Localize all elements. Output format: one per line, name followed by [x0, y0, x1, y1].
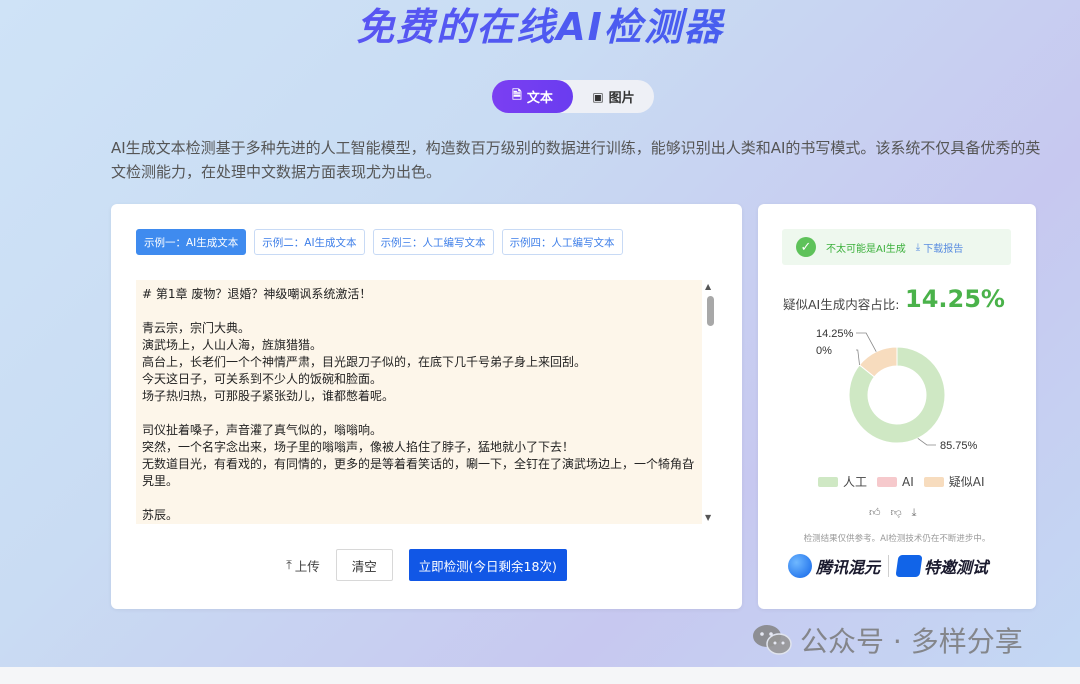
invite-logo-icon: [895, 555, 923, 577]
upload-label: 上传: [294, 558, 320, 574]
download-report-label: 下载报告: [923, 243, 964, 255]
invite-logo-text: 特邀测试: [924, 558, 989, 577]
input-card: 示例一：AI生成文本 示例二：AI生成文本 示例三：人工编写文本 示例四：人工编…: [111, 204, 742, 609]
tab-image[interactable]: ▣ 图片: [573, 80, 654, 113]
logo-divider: [888, 555, 890, 577]
download-icon: ⤓: [915, 241, 921, 253]
document-icon: 🗎: [512, 88, 522, 102]
text-input[interactable]: # 第1章 废物？退婚？神级嘲讽系统激活！ 青云宗，宗门大典。 演武场上，人山人…: [136, 280, 702, 524]
brand-logos: 腾讯混元 特邀测试: [788, 554, 988, 578]
clear-button[interactable]: 清空: [335, 549, 393, 581]
text-scrollbar[interactable]: ▲ ▼: [704, 280, 716, 524]
legend-swatch-2: [877, 476, 898, 487]
legend-label-3: 疑似AI: [948, 475, 985, 489]
result-status-text: 不太可能是AI生成: [826, 243, 906, 255]
description: AI生成文本检测基于多种先进的人工智能模型，构造数百万级别的数据进行训练，能够识…: [111, 139, 1041, 181]
legend-item-3[interactable]: 疑似AI: [923, 473, 985, 490]
ai-ratio-value: 14.25%: [905, 285, 1005, 313]
sample-button-4[interactable]: 示例四：人工编写文本: [501, 229, 623, 255]
sample-buttons: 示例一：AI生成文本 示例二：AI生成文本 示例三：人工编写文本 示例四：人工编…: [136, 229, 623, 255]
upload-button[interactable]: ⤒ 上传: [286, 556, 320, 575]
legend-swatch-1: [818, 476, 838, 487]
upload-icon: ⤒: [286, 557, 292, 572]
download-icon[interactable]: ⤓: [912, 506, 917, 520]
hunyuan-logo: 腾讯混元: [788, 554, 880, 578]
disclaimer: 检测结果仅供参考。AI检测技术仍在不断进步中。: [803, 534, 991, 544]
image-icon: ▣: [592, 89, 604, 104]
scroll-thumb[interactable]: [707, 296, 714, 326]
detect-button[interactable]: 立即检测(今日剩余18次): [408, 549, 567, 581]
legend-label-1: 人工: [843, 475, 868, 489]
text-input-content[interactable]: # 第1章 废物？退婚？神级嘲讽系统激活！ 青云宗，宗门大典。 演武场上，人山人…: [136, 280, 702, 524]
sample-button-1[interactable]: 示例一：AI生成文本: [136, 229, 247, 255]
page-title: 免费的在线AI检测器: [0, 0, 1080, 51]
leader-line-3: [856, 332, 877, 352]
feedback-bar: 👍︎ 👎︎ ⤓: [869, 506, 917, 520]
tab-text[interactable]: 🗎 文本: [492, 80, 573, 113]
thumbs-up-icon[interactable]: 👍︎: [869, 506, 881, 520]
watermark: 公众号 · 多样分享: [752, 620, 1023, 660]
sample-button-3[interactable]: 示例三：人工编写文本: [372, 229, 494, 255]
data-label-1: 85.75%: [940, 440, 978, 452]
hunyuan-logo-icon: [788, 554, 812, 578]
download-report-link[interactable]: ⤓ 下载报告: [916, 240, 963, 255]
invite-test-logo: 特邀测试: [895, 554, 989, 578]
data-label-3: 14.25%: [816, 329, 854, 340]
leader-line-1: [917, 437, 936, 446]
legend-label-2: AI: [902, 474, 914, 489]
data-label-2: 0%: [816, 345, 832, 357]
scroll-up-icon[interactable]: ▲: [705, 282, 711, 291]
scroll-down-icon[interactable]: ▼: [705, 513, 711, 522]
mode-tabs: 🗎 文本 ▣ 图片: [492, 80, 654, 113]
thumbs-down-icon[interactable]: 👎︎: [891, 506, 902, 520]
legend-swatch-3: [923, 476, 944, 487]
action-bar: ⤒ 上传 清空 立即检测(今日剩余18次): [111, 549, 742, 581]
check-icon: ✓: [796, 237, 816, 257]
legend-item-1[interactable]: 人工: [818, 473, 867, 490]
bottom-strip: [0, 667, 1080, 684]
ai-ratio-label: 疑似AI生成内容占比:: [783, 297, 900, 312]
sample-button-2[interactable]: 示例二：AI生成文本: [254, 229, 365, 255]
hunyuan-logo-text: 腾讯混元: [816, 558, 881, 577]
leader-line-2: [856, 349, 860, 366]
chart-legend: 人工 AI 疑似AI: [818, 473, 985, 490]
legend-item-2[interactable]: AI: [877, 475, 914, 489]
tab-image-label: 图片: [608, 91, 635, 106]
wechat-icon: [753, 625, 792, 655]
watermark-text: 公众号 · 多样分享: [800, 625, 1023, 658]
tab-text-label: 文本: [526, 91, 553, 106]
result-card: ✓ 不太可能是AI生成 ⤓ 下载报告 疑似AI生成内容占比: 14.25% 85…: [758, 204, 1036, 609]
result-status: ✓ 不太可能是AI生成 ⤓ 下载报告: [782, 229, 1011, 265]
donut-chart: 85.75% 0% 14.25%: [816, 329, 978, 452]
